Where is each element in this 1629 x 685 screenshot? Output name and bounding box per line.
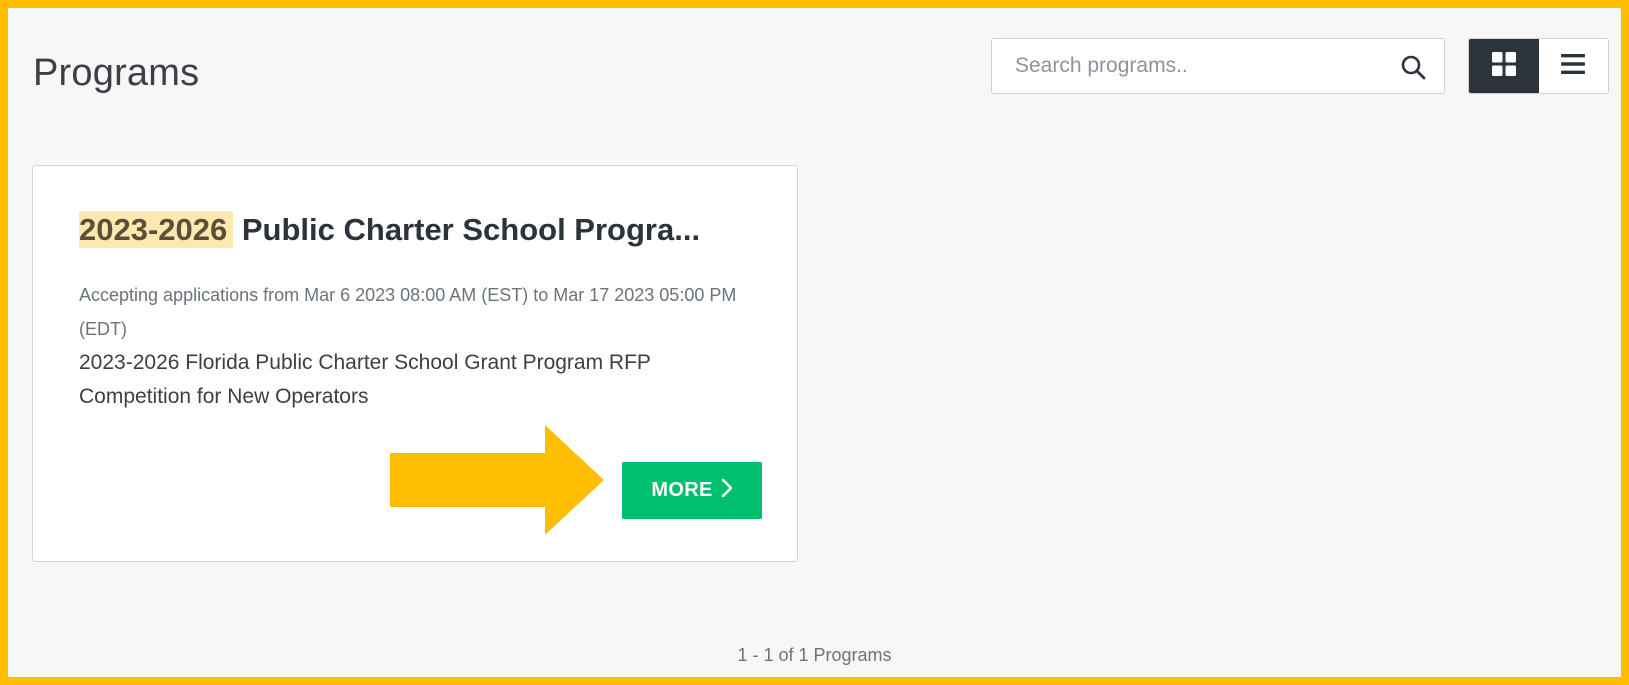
program-title-rest: Public Charter School Progra...	[233, 212, 701, 247]
page-title: Programs	[33, 52, 200, 94]
list-view-icon	[1561, 53, 1586, 80]
program-title-highlight: 2023-2026	[79, 211, 234, 249]
more-button[interactable]: MORE	[622, 462, 762, 519]
grid-view-button[interactable]	[1469, 39, 1539, 93]
search-box	[991, 38, 1445, 94]
view-toggle	[1468, 38, 1609, 94]
pagination-summary: 1 - 1 of 1 Programs	[737, 645, 892, 665]
annotation-arrow-icon	[390, 425, 604, 535]
grid-view-icon	[1491, 51, 1516, 81]
chevron-right-icon	[713, 478, 733, 504]
program-card: 2023-2026 Public Charter School Progra..…	[32, 165, 798, 562]
more-button-label: MORE	[651, 479, 713, 501]
search-icon[interactable]	[1400, 54, 1426, 80]
page-frame: Programs Search programs.. 2023-2026 Pub…	[8, 8, 1621, 677]
program-title[interactable]: 2023-2026 Public Charter School Progra..…	[79, 211, 769, 249]
program-dates: Accepting applications from Mar 6 2023 0…	[79, 285, 737, 339]
list-view-button[interactable]	[1538, 39, 1608, 93]
program-description: 2023-2026 Florida Public Charter School …	[79, 351, 651, 408]
search-input[interactable]	[992, 39, 1382, 93]
